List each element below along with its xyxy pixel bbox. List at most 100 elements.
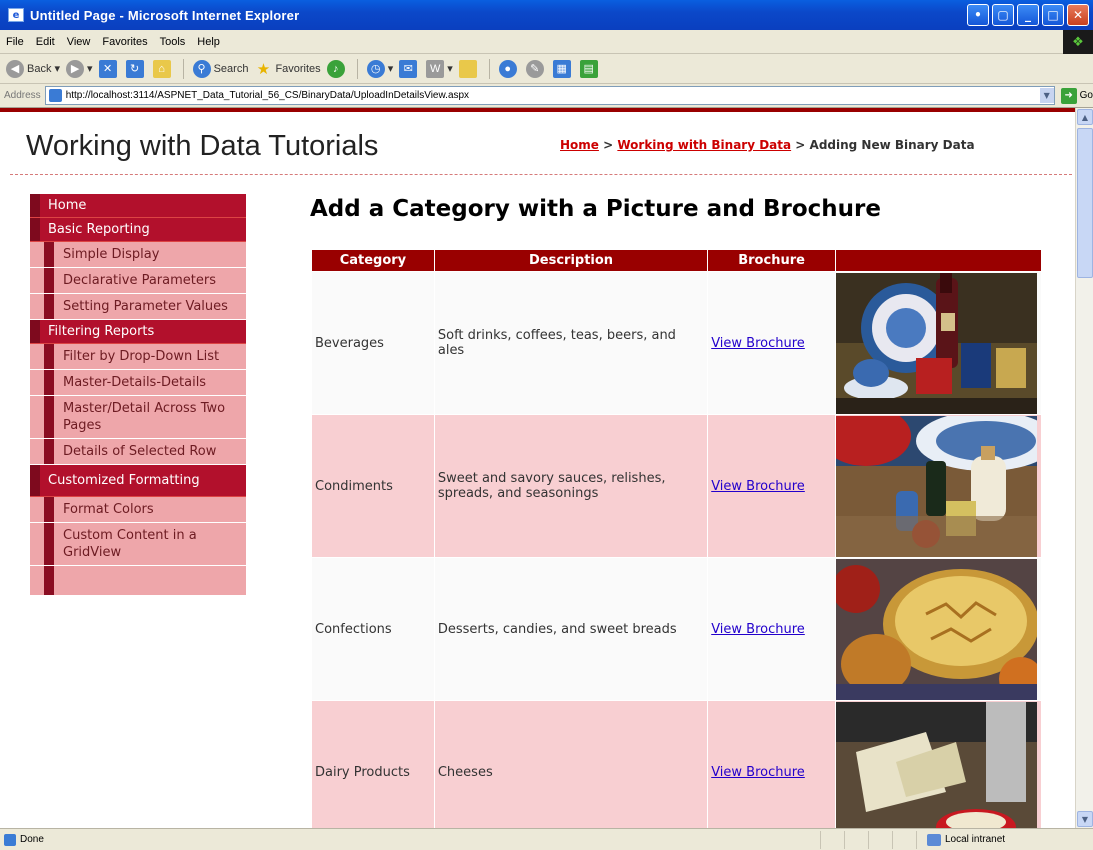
category-name: Condiments xyxy=(311,414,435,558)
address-url[interactable]: http://localhost:3114/ASPNET_Data_Tutori… xyxy=(66,90,1040,101)
go-button[interactable]: ➜ Go xyxy=(1060,87,1093,104)
status-cell xyxy=(820,830,844,849)
scroll-up-icon[interactable]: ▲ xyxy=(1077,109,1093,125)
table-row: Beverages Soft drinks, coffees, teas, be… xyxy=(311,271,1043,415)
category-description: Desserts, candies, and sweet breads xyxy=(433,557,709,701)
sidebar-item-details-of-selected-row[interactable]: Details of Selected Row xyxy=(30,439,246,465)
menu-edit[interactable]: Edit xyxy=(36,36,55,48)
address-bar: Address http://localhost:3114/ASPNET_Dat… xyxy=(0,84,1093,108)
table-row: Condiments Sweet and savory sauces, reli… xyxy=(311,414,1043,558)
breadcrumb-home-link[interactable]: Home xyxy=(560,138,599,152)
forward-button[interactable]: ▶ ▾ xyxy=(66,59,93,78)
history-button[interactable]: ◷ ▾ xyxy=(366,59,393,78)
ie-page-icon: e xyxy=(8,8,24,22)
grid-header-row: Category Description Brochure xyxy=(311,249,1043,272)
address-input[interactable]: http://localhost:3114/ASPNET_Data_Tutori… xyxy=(44,86,1055,105)
security-zone: Local intranet xyxy=(916,830,1006,849)
tools-button[interactable]: ▦ xyxy=(552,59,574,78)
category-picture xyxy=(835,272,1037,414)
status-text: Done xyxy=(20,834,44,845)
media-button[interactable]: ♪ xyxy=(326,59,348,78)
site-title: Working with Data Tutorials xyxy=(26,130,379,162)
breadcrumb-binary-data-link[interactable]: Working with Binary Data xyxy=(617,138,791,152)
sidebar-item-master-detail-across-pages[interactable]: Master/Detail Across Two Pages xyxy=(30,396,246,439)
vertical-scrollbar[interactable]: ▲ ▼ xyxy=(1075,108,1093,828)
view-brochure-link[interactable]: View Brochure xyxy=(711,622,805,637)
status-bar: Done Local intranet xyxy=(0,828,1093,850)
table-row: Confections Desserts, candies, and sweet… xyxy=(311,557,1043,701)
status-text-area: Done xyxy=(0,833,820,846)
page-heading: Add a Category with a Picture and Brochu… xyxy=(310,196,881,222)
menu-help[interactable]: Help xyxy=(197,36,220,48)
toolbar-separator xyxy=(356,58,358,79)
category-name: Beverages xyxy=(311,271,435,415)
extra-tools-button[interactable]: ▤ xyxy=(579,59,601,78)
view-brochure-link[interactable]: View Brochure xyxy=(711,765,805,780)
column-header-brochure: Brochure xyxy=(707,249,836,272)
folder-icon xyxy=(458,59,477,78)
sidebar-nav: Home Basic Reporting Simple Display Decl… xyxy=(30,194,246,596)
menu-favorites[interactable]: Favorites xyxy=(102,36,147,48)
sidebar-section-basic-reporting[interactable]: Basic Reporting xyxy=(30,218,246,242)
research-button[interactable]: ✎ xyxy=(525,59,547,78)
maximize-button[interactable]: □ xyxy=(1042,4,1064,26)
sidebar-item-partial[interactable] xyxy=(30,566,246,596)
page-icon xyxy=(48,89,62,102)
favorites-button[interactable]: ★ Favorites xyxy=(254,60,321,78)
menu-file[interactable]: File xyxy=(6,36,24,48)
menu-tools[interactable]: Tools xyxy=(160,36,186,48)
sidebar-item-declarative-parameters[interactable]: Declarative Parameters xyxy=(30,268,246,294)
confections-picture-icon xyxy=(835,558,1037,700)
menu-view[interactable]: View xyxy=(67,36,91,48)
sidebar-item-setting-parameter-values[interactable]: Setting Parameter Values xyxy=(30,294,246,320)
folder-button[interactable] xyxy=(458,59,480,78)
sidebar-section-customized-formatting[interactable]: Customized Formatting xyxy=(30,465,246,497)
view-brochure-link[interactable]: View Brochure xyxy=(711,336,805,351)
star-icon: ★ xyxy=(256,60,271,78)
sidebar-section-filtering-reports[interactable]: Filtering Reports xyxy=(30,320,246,344)
beverages-picture-icon xyxy=(835,272,1037,414)
sidebar-item-master-details-details[interactable]: Master-Details-Details xyxy=(30,370,246,396)
sidebar-item-custom-content-gridview[interactable]: Custom Content in a GridView xyxy=(30,523,246,566)
home-button[interactable]: ⌂ xyxy=(152,59,174,78)
category-description: Sweet and savory sauces, relishes, sprea… xyxy=(433,414,709,558)
status-cell xyxy=(844,830,868,849)
search-button[interactable]: ⚲ Search xyxy=(192,59,248,78)
address-label: Address xyxy=(4,90,41,101)
extra-button[interactable]: ▢ xyxy=(992,4,1014,26)
search-icon: ⚲ xyxy=(192,59,211,78)
address-dropdown-icon[interactable]: ▼ xyxy=(1039,88,1054,103)
header-divider xyxy=(10,174,1072,175)
sidebar-item-simple-display[interactable]: Simple Display xyxy=(30,242,246,268)
back-button[interactable]: ◀ Back ▾ xyxy=(6,59,60,78)
research-icon: ✎ xyxy=(525,59,544,78)
sidebar-item-filter-by-dropdown[interactable]: Filter by Drop-Down List xyxy=(30,344,246,370)
mail-button[interactable]: ✉ xyxy=(399,59,420,78)
zone-label: Local intranet xyxy=(945,834,1006,845)
sidebar-item-format-colors[interactable]: Format Colors xyxy=(30,497,246,523)
scroll-down-icon[interactable]: ▼ xyxy=(1077,811,1093,827)
grid-icon: ▤ xyxy=(579,59,598,78)
dairy-picture-icon xyxy=(835,701,1037,828)
toolbar: ◀ Back ▾ ▶ ▾ ✕ ↻ ⌂ ⚲ Search ★ Favorites ♪ ◷ ▾… xyxy=(0,54,1093,84)
view-brochure-link[interactable]: View Brochure xyxy=(711,479,805,494)
windows-logo-icon: ❖ xyxy=(1063,30,1093,54)
category-picture xyxy=(835,558,1037,700)
page-done-icon xyxy=(4,833,16,846)
status-cell xyxy=(892,830,916,849)
column-header-category: Category xyxy=(311,249,435,272)
refresh-button[interactable]: ↻ xyxy=(125,59,147,78)
breadcrumb-separator: > xyxy=(791,138,810,152)
sidebar-section-home[interactable]: Home xyxy=(30,194,246,218)
scrollbar-thumb[interactable] xyxy=(1077,128,1093,278)
media-icon: ♪ xyxy=(326,59,345,78)
stop-button[interactable]: ✕ xyxy=(98,59,120,78)
help-button[interactable]: • xyxy=(967,4,989,26)
close-button[interactable]: ✕ xyxy=(1067,4,1089,26)
tools-icon: ▦ xyxy=(552,59,571,78)
categories-grid: Category Description Brochure Beverages … xyxy=(311,249,1043,828)
messenger-button[interactable]: ● xyxy=(498,59,520,78)
minimize-button[interactable]: _ xyxy=(1017,4,1039,26)
edit-button[interactable]: W ▾ xyxy=(426,59,453,78)
table-row: Dairy Products Cheeses View Brochure xyxy=(311,700,1043,828)
